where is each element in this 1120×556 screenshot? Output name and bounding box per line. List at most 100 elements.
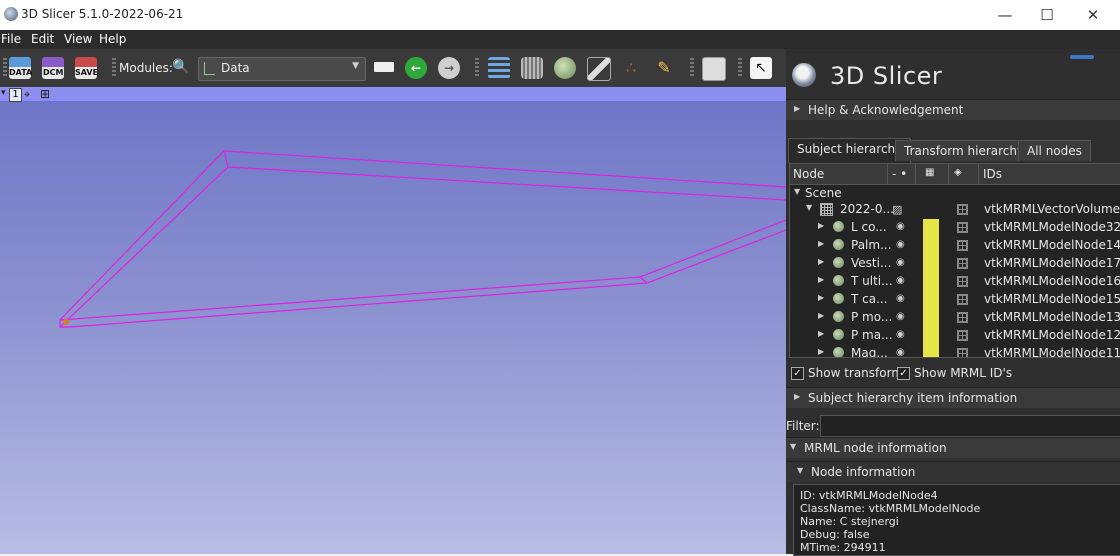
view-controller-bar[interactable]: ▾: [0, 87, 786, 102]
toolbar-grip[interactable]: [475, 58, 479, 78]
color-swatch[interactable]: [923, 291, 939, 309]
transforms-module-icon[interactable]: [587, 57, 611, 81]
tree-header: Node - • ▦ ◈ IDs: [790, 164, 1120, 185]
tree-row-model[interactable]: ▶ Vesti... ◉ vtkMRMLModelNode17: [790, 255, 1120, 273]
eye-icon[interactable]: ◉: [896, 347, 905, 357]
toolbar-grip[interactable]: [3, 58, 7, 78]
pin-icon[interactable]: ▾: [1, 88, 7, 100]
tree-row-model[interactable]: ▶ P mo... ◉ vtkMRMLModelNode13: [790, 309, 1120, 327]
markups-module-icon[interactable]: ∴: [620, 57, 642, 79]
center-view-icon[interactable]: ⌖: [24, 88, 30, 102]
chevron-right-icon[interactable]: ▶: [818, 293, 824, 302]
color-swatch[interactable]: [923, 237, 939, 255]
chevron-right-icon[interactable]: ▶: [818, 329, 824, 338]
tree-row-model[interactable]: ▶ T ca... ◉ vtkMRMLModelNode15: [790, 291, 1120, 309]
transform-grid-icon[interactable]: [957, 330, 968, 341]
transform-grid-icon[interactable]: [957, 348, 968, 357]
chevron-right-icon[interactable]: ▶: [818, 221, 824, 230]
column-separator: [978, 164, 979, 184]
node-info-section[interactable]: ▼ Node information: [786, 461, 1120, 482]
chevron-down-icon[interactable]: ▼: [806, 203, 812, 212]
eye-icon[interactable]: ◉: [896, 239, 905, 250]
maximize-button[interactable]: ☐: [1024, 0, 1070, 30]
color-swatch[interactable]: [923, 219, 939, 237]
forward-arrow-icon[interactable]: →: [438, 57, 460, 79]
data-module-icon[interactable]: [488, 57, 510, 79]
tree-row-model[interactable]: ▶ P ma... ◉ vtkMRMLModelNode12: [790, 327, 1120, 345]
column-visibility[interactable]: - •: [892, 167, 907, 181]
volume-visibility-icon[interactable]: ▨: [892, 203, 902, 216]
model-name: T ca...: [851, 292, 888, 306]
tab-subject-hierarchy[interactable]: Subject hierarchy: [788, 138, 912, 163]
chevron-down-icon[interactable]: ▼: [794, 187, 800, 196]
dicom-icon[interactable]: DCM: [42, 57, 64, 79]
color-swatch[interactable]: [923, 273, 939, 291]
tab-all-nodes[interactable]: All nodes: [1018, 140, 1091, 161]
eye-icon[interactable]: ◉: [896, 257, 905, 268]
column-ids[interactable]: IDs: [983, 167, 1002, 181]
color-swatch[interactable]: [923, 255, 939, 273]
mrml-node-info-section[interactable]: ▼ MRML node information: [786, 437, 1120, 458]
save-icon[interactable]: SAVE: [75, 57, 98, 79]
toolbar-grip[interactable]: [690, 58, 694, 78]
chevron-right-icon[interactable]: ▶: [818, 347, 824, 356]
layout-icon[interactable]: [702, 57, 726, 81]
segment-editor-icon[interactable]: ✎: [653, 57, 675, 79]
menu-file[interactable]: File: [1, 32, 21, 46]
module-history-icon[interactable]: [374, 62, 394, 72]
eye-icon[interactable]: ◉: [896, 329, 905, 340]
column-transform-icon[interactable]: ◈: [954, 167, 962, 178]
chevron-right-icon[interactable]: ▶: [818, 311, 824, 320]
menu-edit[interactable]: Edit: [31, 32, 54, 46]
mouse-pointer-icon[interactable]: ↖: [750, 57, 772, 79]
chevron-right-icon[interactable]: ▶: [818, 275, 824, 284]
transform-grid-icon[interactable]: [957, 258, 968, 269]
color-swatch[interactable]: [923, 309, 939, 327]
transform-grid-icon[interactable]: [957, 204, 968, 215]
transform-grid-icon[interactable]: [957, 294, 968, 305]
eye-icon[interactable]: ◉: [896, 293, 905, 304]
close-button[interactable]: ✕: [1070, 0, 1116, 30]
transform-grid-icon[interactable]: [957, 276, 968, 287]
minimize-button[interactable]: —: [982, 0, 1028, 30]
show-mrml-ids-checkbox[interactable]: ✓: [897, 367, 910, 380]
column-node[interactable]: Node: [793, 167, 824, 181]
tree-row-model[interactable]: ▶ Palm... ◉ vtkMRMLModelNode14: [790, 237, 1120, 255]
back-arrow-icon[interactable]: ←: [405, 57, 427, 79]
models-module-icon[interactable]: [554, 57, 576, 79]
color-swatch[interactable]: [923, 345, 939, 357]
load-data-icon[interactable]: DATA: [9, 57, 32, 79]
tree-row-volume[interactable]: ▼ 2022-0... ▨ vtkMRMLVectorVolumeNode2: [790, 201, 1120, 219]
view-layout-icon[interactable]: ⊞: [40, 87, 50, 101]
color-swatch[interactable]: [923, 327, 939, 345]
info-line: MTime: 294911: [800, 541, 886, 554]
eye-icon[interactable]: ◉: [896, 311, 905, 322]
transform-grid-icon[interactable]: [957, 312, 968, 323]
help-acknowledgement-section[interactable]: ▶ Help & Acknowledgement: [786, 99, 1120, 120]
toolbar-grip[interactable]: [738, 58, 742, 78]
show-transforms-label: Show transforms: [808, 366, 910, 380]
show-transforms-checkbox[interactable]: ✓: [791, 367, 804, 380]
tab-transform-hierarchy[interactable]: Transform hierarchy: [895, 140, 1034, 161]
menu-help[interactable]: Help: [99, 32, 126, 46]
sh-item-info-section[interactable]: ▶ Subject hierarchy item information: [786, 387, 1120, 408]
tree-row-model[interactable]: ▶ L co... ◉ vtkMRMLModelNode32: [790, 219, 1120, 237]
subject-hierarchy-tree[interactable]: Node - • ▦ ◈ IDs ▼ Scene ▼ 2022-0... ▨ v…: [789, 163, 1120, 358]
toolbar-grip[interactable]: [112, 58, 116, 78]
menu-view[interactable]: View: [64, 32, 92, 46]
chevron-right-icon[interactable]: ▶: [818, 239, 824, 248]
module-selector-dropdown[interactable]: Data ▼: [198, 57, 366, 81]
eye-icon[interactable]: ◉: [896, 221, 905, 232]
module-selected-label: Data: [221, 61, 250, 75]
tree-row-model[interactable]: ▶ Mag... ◉ vtkMRMLModelNode11: [790, 345, 1120, 357]
tree-row-model[interactable]: ▶ T ulti... ◉ vtkMRMLModelNode16: [790, 273, 1120, 291]
chevron-right-icon[interactable]: ▶: [818, 257, 824, 266]
3d-view[interactable]: [0, 87, 786, 554]
module-search-icon[interactable]: 🔍: [172, 59, 189, 75]
eye-icon[interactable]: ◉: [896, 275, 905, 286]
transform-grid-icon[interactable]: [957, 222, 968, 233]
volumes-module-icon[interactable]: [521, 57, 543, 79]
filter-input[interactable]: [820, 415, 1120, 437]
column-color-icon[interactable]: ▦: [925, 167, 934, 178]
transform-grid-icon[interactable]: [957, 240, 968, 251]
